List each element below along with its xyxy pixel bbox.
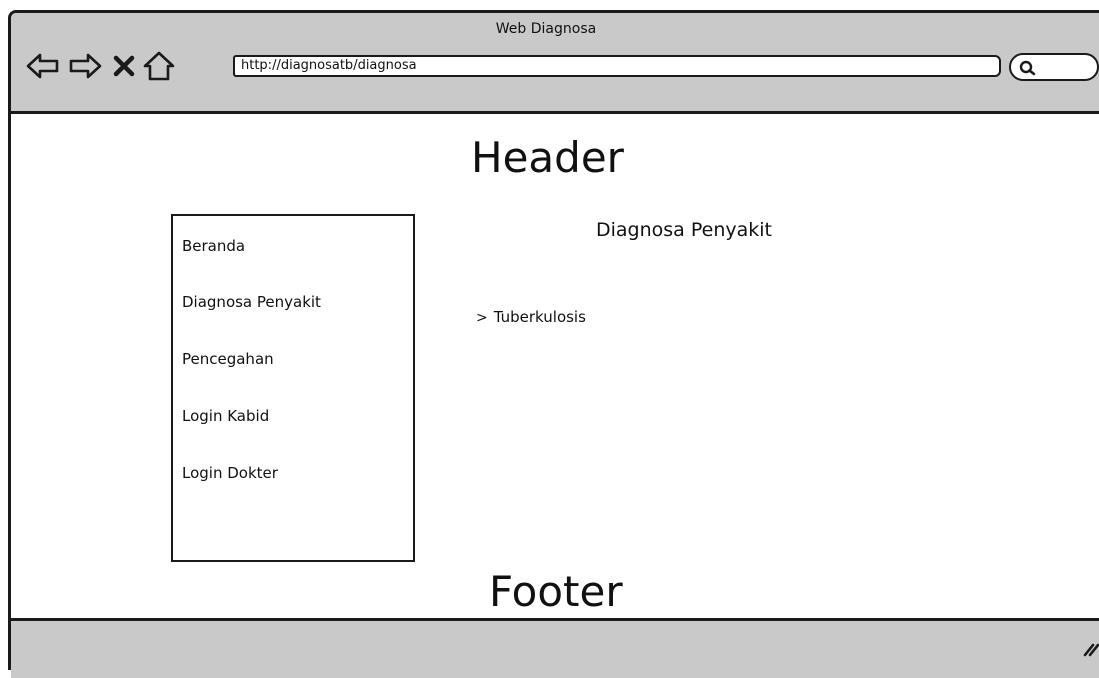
- forward-arrow-icon: [69, 53, 102, 79]
- close-x-icon: [113, 55, 135, 77]
- resize-grip-icon[interactable]: [1079, 641, 1099, 661]
- content-title: Diagnosa Penyakit: [596, 219, 772, 241]
- page-header: Header: [471, 133, 624, 182]
- browser-window: Web Diagnosa http://diagnosatb/diagnosa: [8, 10, 1099, 678]
- back-arrow-icon: [26, 53, 59, 79]
- sidebar-item-login-kabid[interactable]: Login Kabid: [182, 407, 269, 425]
- forward-button[interactable]: [67, 51, 103, 81]
- browser-titlebar: Web Diagnosa http://diagnosatb/diagnosa: [11, 13, 1099, 114]
- sidebar-item-diagnosa-penyakit[interactable]: Diagnosa Penyakit: [182, 293, 321, 311]
- search-icon: [1019, 60, 1036, 76]
- home-icon: [143, 51, 175, 81]
- tree-item-label: Tuberkulosis: [493, 308, 586, 326]
- sidebar-item-login-dokter[interactable]: Login Dokter: [182, 464, 278, 482]
- page-footer: Footer: [489, 567, 623, 616]
- chevron-right-icon: >: [476, 310, 488, 326]
- sidebar-item-beranda[interactable]: Beranda: [182, 237, 245, 255]
- window-title: Web Diagnosa: [495, 21, 597, 37]
- back-button[interactable]: [25, 51, 61, 81]
- home-button[interactable]: [141, 51, 177, 81]
- browser-statusbar: [11, 618, 1099, 678]
- stop-button[interactable]: [109, 51, 139, 81]
- sidebar-menu: Beranda Diagnosa Penyakit Pencegahan Log…: [171, 214, 415, 562]
- tree-item-tuberkulosis[interactable]: > Tuberkulosis: [476, 308, 586, 326]
- search-button[interactable]: [1009, 53, 1099, 81]
- sidebar-item-pencegahan[interactable]: Pencegahan: [182, 350, 274, 368]
- address-bar[interactable]: http://diagnosatb/diagnosa: [233, 55, 1001, 77]
